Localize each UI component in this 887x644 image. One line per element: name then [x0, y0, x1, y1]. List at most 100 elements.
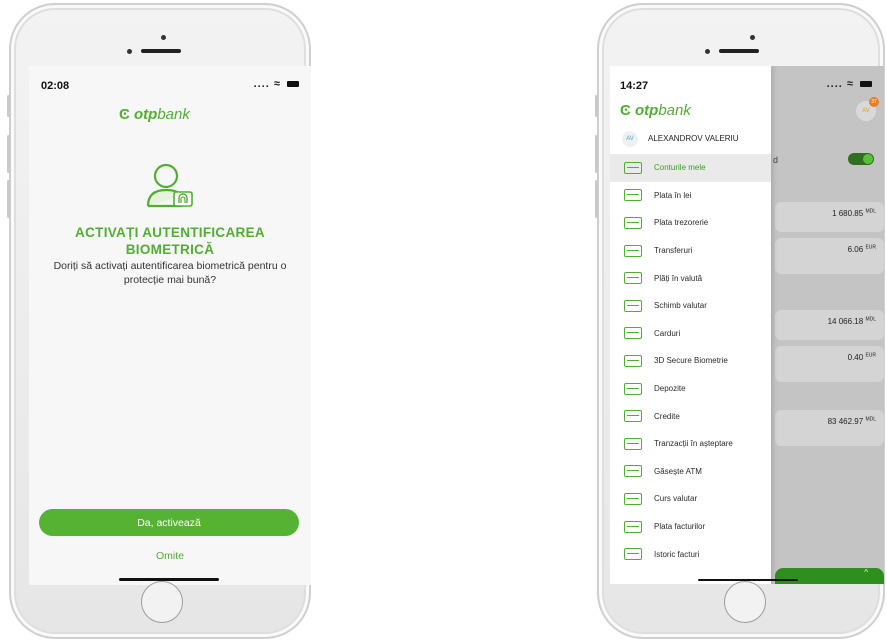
volume-down-button — [595, 180, 598, 218]
otp-logo: Ͼ otpbank — [620, 102, 691, 119]
partial-label: d — [773, 155, 779, 165]
battery-icon — [860, 81, 872, 88]
account-card[interactable]: 0.40 EUR — [775, 346, 884, 382]
menu-item-label: Transferuri — [654, 246, 693, 256]
menu-item[interactable]: Plata trezorerie — [610, 209, 771, 237]
battery-icon — [287, 81, 299, 88]
logo-bank-text: bank — [157, 106, 190, 123]
location-pin-icon — [624, 465, 642, 478]
user-profile-row[interactable]: AV ALEXANDROV VALERIU — [622, 131, 739, 147]
account-card[interactable]: 14 066.18 MDL — [775, 310, 884, 340]
menu-item[interactable]: Plata în lei — [610, 182, 771, 210]
status-icons: .... ≈ — [254, 78, 299, 90]
menu-item-label: Plata facturilor — [654, 522, 706, 532]
menu-item-label: Carduri — [654, 328, 681, 338]
volume-down-button — [7, 180, 10, 218]
account-amount: 14 066.18 MDL — [827, 316, 876, 326]
exchange-icon — [624, 299, 642, 312]
status-bar: 02:08 .... ≈ — [41, 78, 299, 94]
balance-toggle[interactable] — [848, 153, 874, 165]
biometric-title: ACTIVAȚI AUTENTIFICAREA BIOMETRICĂ — [29, 224, 311, 258]
header-avatar[interactable]: AV 37 — [856, 97, 879, 121]
logo-bank-text: bank — [658, 102, 691, 119]
biometric-user-icon — [146, 163, 193, 208]
phone-frame-right: AV 37 d 1 680.85 MDL 6.06 EUR 14 066.18 … — [595, 3, 885, 639]
menu-item[interactable]: Tranzacții în așteptare — [610, 430, 771, 458]
menu-item[interactable]: Carduri — [610, 320, 771, 348]
account-card[interactable]: 83 462.97 MDL — [775, 410, 884, 446]
menu-item-label: Plata în lei — [654, 190, 692, 200]
menu-item-label: Conturile mele — [654, 163, 706, 173]
otp-logo-mark-icon: Ͼ — [119, 106, 130, 123]
menu-item[interactable]: Credite — [610, 402, 771, 430]
screen-left: 02:08 .... ≈ Ͼ otpbank ACTIVAȚI AUTENTIF… — [29, 66, 311, 585]
header-avatar-initials: AV — [862, 108, 870, 114]
status-time: 14:27 — [620, 80, 649, 92]
biometric-title-line1: ACTIVAȚI AUTENTIFICAREA — [75, 225, 265, 240]
menu-item[interactable]: Conturile mele — [610, 154, 771, 182]
credit-icon — [624, 410, 642, 423]
biometric-description: Doriți să activați autentificarea biomet… — [53, 260, 287, 286]
menu-item[interactable]: Transferuri — [610, 237, 771, 265]
signal-dots: .... — [253, 78, 274, 90]
toggle-knob — [863, 154, 873, 164]
side-button — [595, 95, 598, 117]
menu-item-label: Curs valutar — [654, 494, 698, 504]
menu-item[interactable]: Istoric facturi — [610, 540, 771, 568]
drawer-menu: Conturile mele Plata în lei Plata trezorer… — [610, 154, 771, 568]
deposit-icon — [624, 382, 642, 395]
front-camera — [161, 35, 166, 40]
status-icons-right: .... ≈ — [812, 78, 872, 94]
volume-up-button — [595, 135, 598, 173]
chevron-up-icon: ^ — [864, 568, 868, 577]
home-button[interactable] — [724, 581, 766, 623]
menu-item-label: Găsește ATM — [654, 466, 702, 476]
exchange-rate-icon — [624, 492, 642, 505]
account-card[interactable]: 1 680.85 MDL — [775, 202, 884, 232]
currency-payment-icon — [624, 272, 642, 285]
user-avatar: AV — [622, 131, 638, 147]
activate-button[interactable]: Da, activează — [39, 509, 299, 536]
menu-item-label: Credite — [654, 411, 680, 421]
menu-item[interactable]: Plăți în valută — [610, 264, 771, 292]
menu-item[interactable]: Depozite — [610, 375, 771, 403]
treasury-card-icon — [624, 216, 642, 229]
earpiece-speaker — [141, 49, 181, 53]
sensor-dot — [127, 49, 132, 54]
menu-item-label: Istoric facturi — [654, 549, 700, 559]
menu-item[interactable]: Plata facturilor — [610, 513, 771, 541]
secure-card-icon — [624, 354, 642, 367]
bill-history-icon — [624, 548, 642, 561]
menu-item-label: Depozite — [654, 384, 686, 394]
home-button[interactable] — [141, 581, 183, 623]
menu-item[interactable]: Găsește ATM — [610, 458, 771, 486]
menu-item-label: Plata trezorerie — [654, 218, 709, 228]
account-card[interactable]: 6.06 EUR — [775, 238, 884, 274]
account-amount: 6.06 EUR — [847, 244, 876, 254]
menu-item-label: Schimb valutar — [654, 301, 707, 311]
bill-payment-icon — [624, 520, 642, 533]
skip-link[interactable]: Omite — [29, 550, 311, 562]
side-drawer: 14:27 Ͼ otpbank AV ALEXANDROV VALERIU Con… — [610, 66, 771, 584]
logo-otp-text: otp — [134, 106, 158, 123]
status-time: 02:08 — [41, 80, 70, 92]
signal-dots: .... — [826, 78, 847, 90]
bottom-action-bar[interactable]: ^ — [775, 568, 884, 584]
account-amount: 0.40 EUR — [847, 352, 876, 362]
account-amount: 1 680.85 MDL — [832, 208, 876, 218]
menu-item-label: Plăți în valută — [654, 273, 703, 283]
wifi-icon: ≈ — [846, 78, 854, 90]
sensor-dot — [705, 49, 710, 54]
wifi-icon: ≈ — [273, 78, 281, 90]
pending-transactions-icon — [624, 437, 642, 450]
menu-item[interactable]: Curs valutar — [610, 485, 771, 513]
notification-badge: 37 — [869, 97, 879, 107]
status-icons: .... ≈ — [827, 78, 872, 90]
menu-item[interactable]: 3D Secure Biometrie — [610, 347, 771, 375]
home-indicator — [119, 578, 219, 581]
phone-frame-left: 02:08 .... ≈ Ͼ otpbank ACTIVAȚI AUTENTIF… — [7, 3, 311, 639]
front-camera — [750, 35, 755, 40]
transfer-arrows-icon — [624, 244, 642, 257]
menu-item[interactable]: Schimb valutar — [610, 292, 771, 320]
card-icon — [624, 189, 642, 202]
